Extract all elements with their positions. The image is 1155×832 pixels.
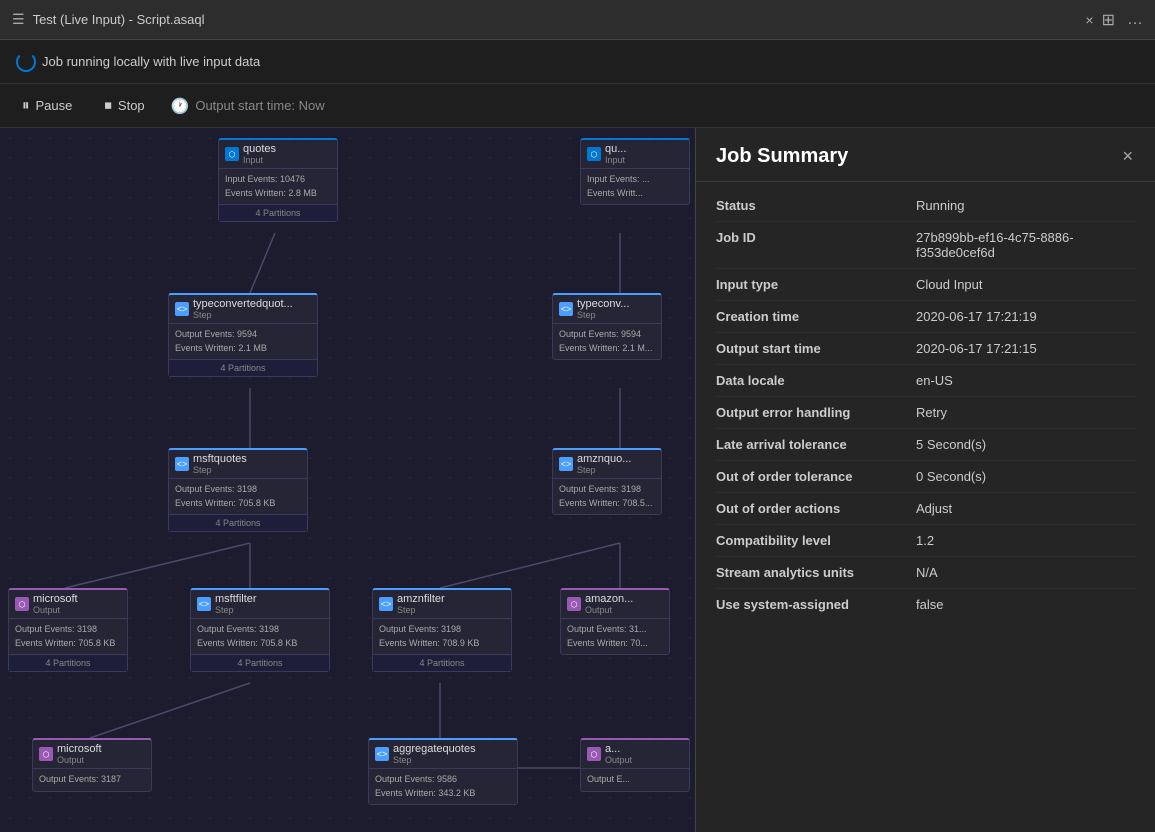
- job-summary-row-label: Out of order actions: [716, 501, 916, 516]
- node-a3-out[interactable]: ⬡ a... Output Output E...: [580, 738, 690, 792]
- node-amazon-out[interactable]: ⬡ amazon... Output Output Events: 31... …: [560, 588, 670, 655]
- pause-label: Pause: [36, 98, 73, 113]
- job-summary-panel: Job Summary × StatusRunningJob ID27b899b…: [695, 128, 1155, 832]
- main-area: ⬡ quotes Input Input Events: 10476 Event…: [0, 128, 1155, 832]
- status-text: Job running locally with live input data: [42, 54, 260, 69]
- job-summary-row-value: N/A: [916, 565, 1135, 580]
- job-summary-row: Output error handlingRetry: [716, 397, 1135, 429]
- more-options-icon[interactable]: …: [1127, 11, 1143, 29]
- job-summary-row: Out of order tolerance0 Second(s): [716, 461, 1135, 493]
- layout-icon[interactable]: ⊞: [1102, 10, 1115, 30]
- output-time: 🕐 Output start time: Now: [171, 97, 325, 115]
- job-summary-title: Job Summary: [716, 145, 848, 168]
- node-microsoft2-out[interactable]: ⬡ microsoft Output Output Events: 3187: [32, 738, 152, 792]
- job-summary-row-value: 1.2: [916, 533, 1135, 548]
- title-bar-actions: ⊞ …: [1102, 10, 1143, 30]
- job-summary-row-label: Status: [716, 198, 916, 213]
- title-bar: ☰ Test (Live Input) - Script.asaql × ⊞ …: [0, 0, 1155, 40]
- job-summary-row: Use system-assignedfalse: [716, 589, 1135, 620]
- job-summary-row-label: Late arrival tolerance: [716, 437, 916, 452]
- job-summary-row-label: Use system-assigned: [716, 597, 916, 612]
- loading-spinner: [16, 52, 36, 72]
- job-summary-close-button[interactable]: ×: [1120, 144, 1135, 169]
- job-summary-row-value: Cloud Input: [916, 277, 1135, 292]
- menu-icon[interactable]: ☰: [12, 11, 25, 28]
- job-summary-row-label: Output error handling: [716, 405, 916, 420]
- job-summary-row-value: 27b899bb-ef16-4c75-8886-f353de0cef6d: [916, 230, 1135, 260]
- job-summary-row: Compatibility level1.2: [716, 525, 1135, 557]
- node-microsoft-out[interactable]: ⬡ microsoft Output Output Events: 3198 E…: [8, 588, 128, 672]
- node-amznquotes[interactable]: <> amznquo... Step Output Events: 3198 E…: [552, 448, 662, 515]
- job-summary-row: Late arrival tolerance5 Second(s): [716, 429, 1135, 461]
- tab-close-button[interactable]: ×: [1085, 12, 1093, 28]
- job-summary-header: Job Summary ×: [696, 128, 1155, 182]
- job-summary-table: StatusRunningJob ID27b899bb-ef16-4c75-88…: [696, 182, 1155, 628]
- job-summary-row-label: Out of order tolerance: [716, 469, 916, 484]
- job-summary-row-label: Output start time: [716, 341, 916, 356]
- job-summary-row: StatusRunning: [716, 190, 1135, 222]
- job-summary-row-label: Stream analytics units: [716, 565, 916, 580]
- job-summary-row-value: 0 Second(s): [916, 469, 1135, 484]
- node-msftquotes[interactable]: <> msftquotes Step Output Events: 3198 E…: [168, 448, 308, 532]
- status-bar: Job running locally with live input data: [0, 40, 1155, 84]
- job-summary-row-value: Running: [916, 198, 1135, 213]
- node-typeconvertedquot2[interactable]: <> typeconv... Step Output Events: 9594 …: [552, 293, 662, 360]
- job-summary-row: Out of order actionsAdjust: [716, 493, 1135, 525]
- tab-title: Test (Live Input) - Script.asaql: [33, 12, 1078, 27]
- job-summary-row: Job ID27b899bb-ef16-4c75-8886-f353de0cef…: [716, 222, 1135, 269]
- job-summary-row-value: false: [916, 597, 1135, 612]
- node-amznfilter[interactable]: <> amznfilter Step Output Events: 3198 E…: [372, 588, 512, 672]
- job-summary-row: Output start time2020-06-17 17:21:15: [716, 333, 1135, 365]
- job-summary-row-value: 2020-06-17 17:21:15: [916, 341, 1135, 356]
- toolbar: ⏸ Pause ⏹ Stop 🕐 Output start time: Now: [0, 84, 1155, 128]
- stop-label: Stop: [118, 98, 145, 113]
- job-summary-row-label: Job ID: [716, 230, 916, 245]
- node-aggregatequotes[interactable]: <> aggregatequotes Step Output Events: 9…: [368, 738, 518, 805]
- stop-icon: ⏹: [104, 97, 112, 114]
- job-summary-row-value: Adjust: [916, 501, 1135, 516]
- clock-icon: 🕐: [171, 97, 190, 115]
- pause-icon: ⏸: [22, 97, 30, 114]
- diagram-canvas[interactable]: ⬡ quotes Input Input Events: 10476 Event…: [0, 128, 695, 832]
- stop-button[interactable]: ⏹ Stop: [98, 93, 150, 118]
- job-summary-row-label: Creation time: [716, 309, 916, 324]
- job-summary-row-value: 2020-06-17 17:21:19: [916, 309, 1135, 324]
- pause-button[interactable]: ⏸ Pause: [16, 93, 78, 118]
- job-summary-row: Creation time2020-06-17 17:21:19: [716, 301, 1135, 333]
- job-summary-row-value: en-US: [916, 373, 1135, 388]
- job-summary-row: Input typeCloud Input: [716, 269, 1135, 301]
- output-time-label: Output start time: Now: [195, 98, 324, 113]
- job-summary-row-label: Input type: [716, 277, 916, 292]
- node-msftfilter[interactable]: <> msftfilter Step Output Events: 3198 E…: [190, 588, 330, 672]
- job-summary-row-value: Retry: [916, 405, 1135, 420]
- node-quotes2[interactable]: ⬡ qu... Input Input Events: ... Events W…: [580, 138, 690, 205]
- node-quotes1[interactable]: ⬡ quotes Input Input Events: 10476 Event…: [218, 138, 338, 222]
- job-summary-row-label: Data locale: [716, 373, 916, 388]
- node-typeconvertedquot1[interactable]: <> typeconvertedquot... Step Output Even…: [168, 293, 318, 377]
- job-summary-row: Data localeen-US: [716, 365, 1135, 397]
- job-summary-row: Stream analytics unitsN/A: [716, 557, 1135, 589]
- job-summary-row-label: Compatibility level: [716, 533, 916, 548]
- job-summary-row-value: 5 Second(s): [916, 437, 1135, 452]
